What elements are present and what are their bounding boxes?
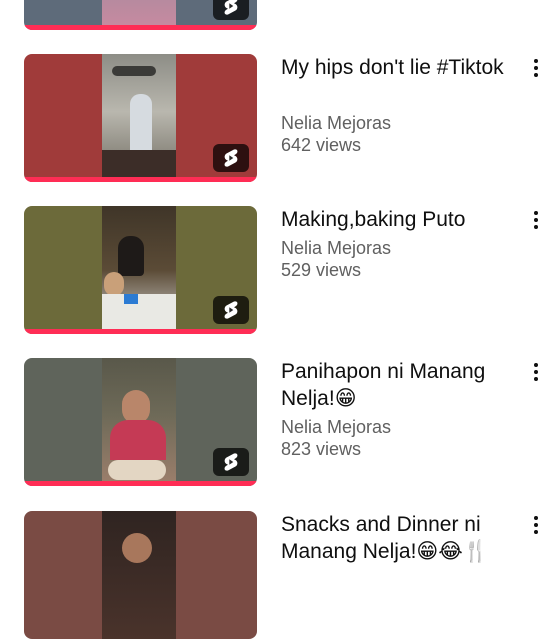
video-thumbnail[interactable] xyxy=(24,0,257,30)
thumbnail-frame xyxy=(102,358,176,486)
more-vertical-icon[interactable] xyxy=(526,54,546,82)
watch-progress-bar xyxy=(24,481,257,486)
video-title[interactable]: Snacks and Dinner ni Manang Nelja!😁😂🍴 xyxy=(281,511,511,565)
shorts-icon xyxy=(213,296,249,324)
video-item[interactable]: Panihapon ni Manang Nelja!😁 Nelia Mejora… xyxy=(0,358,560,488)
watch-progress-bar xyxy=(24,329,257,334)
video-thumbnail[interactable] xyxy=(24,358,257,486)
video-item[interactable] xyxy=(0,0,560,30)
video-thumbnail[interactable] xyxy=(24,54,257,182)
shorts-icon xyxy=(213,0,249,20)
more-vertical-icon[interactable] xyxy=(526,511,546,539)
view-count: 823 views xyxy=(281,439,362,459)
thumbnail-frame xyxy=(102,206,176,334)
view-count: 529 views xyxy=(281,260,362,280)
view-count: 642 views xyxy=(281,135,362,155)
thumbnail-frame xyxy=(102,54,176,182)
channel-name[interactable]: Nelia Mejoras xyxy=(281,112,391,134)
thumbnail-frame xyxy=(102,511,176,639)
shorts-icon xyxy=(213,144,249,172)
channel-name[interactable]: Nelia Mejoras xyxy=(281,416,391,438)
video-item[interactable]: My hips don't lie #Tiktok Nelia Mejoras … xyxy=(0,54,560,184)
shorts-icon xyxy=(213,448,249,476)
video-item[interactable]: Making,baking Puto Nelia Mejoras 529 vie… xyxy=(0,206,560,336)
video-title[interactable]: Panihapon ni Manang Nelja!😁 xyxy=(281,358,511,412)
more-vertical-icon[interactable] xyxy=(526,206,546,234)
video-item[interactable]: Snacks and Dinner ni Manang Nelja!😁😂🍴 xyxy=(0,511,560,639)
video-thumbnail[interactable] xyxy=(24,511,257,639)
watch-progress-bar xyxy=(24,25,257,30)
video-thumbnail[interactable] xyxy=(24,206,257,334)
video-title[interactable]: Making,baking Puto xyxy=(281,206,511,233)
video-title[interactable]: My hips don't lie #Tiktok xyxy=(281,54,511,81)
more-vertical-icon[interactable] xyxy=(526,358,546,386)
channel-name[interactable]: Nelia Mejoras xyxy=(281,237,391,259)
watch-progress-bar xyxy=(24,177,257,182)
